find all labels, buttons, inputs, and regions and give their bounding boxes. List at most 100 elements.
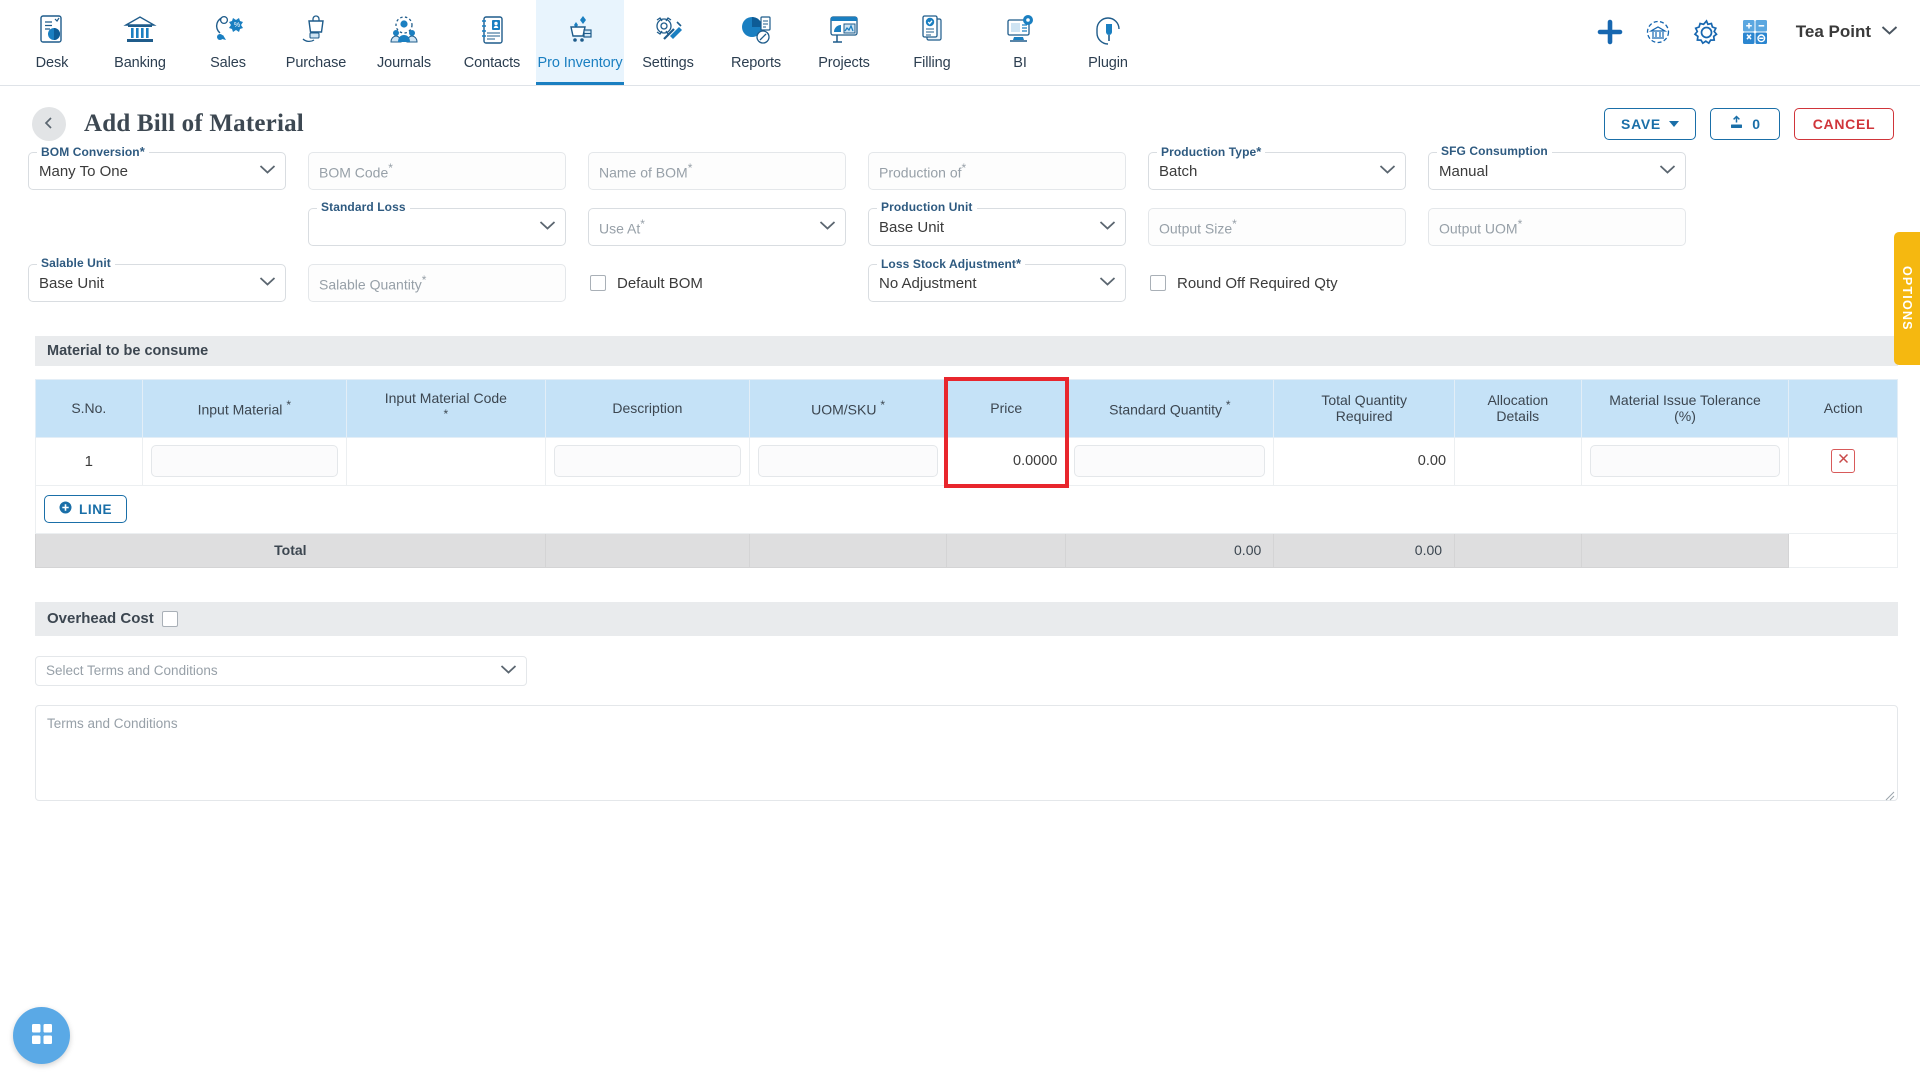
field-bom-conversion-cell: BOM Conversion* Many To One bbox=[28, 144, 286, 208]
nav-item-desk[interactable]: Desk bbox=[8, 0, 96, 85]
nav-item-projects[interactable]: Projects bbox=[800, 0, 888, 85]
col-uom-sku[interactable]: UOM/SKU * bbox=[749, 379, 948, 438]
resize-handle-icon[interactable] bbox=[1885, 788, 1895, 801]
terms-and-conditions-textarea[interactable]: Terms and Conditions bbox=[35, 704, 1898, 801]
plus-icon[interactable] bbox=[1597, 19, 1623, 45]
nav-item-purchase[interactable]: Purchase bbox=[272, 0, 360, 85]
col-total-quantity-required[interactable]: Total Quantity Required bbox=[1273, 379, 1456, 438]
save-button[interactable]: SAVE bbox=[1604, 108, 1696, 140]
default-bom-checkbox[interactable]: Default BOM bbox=[588, 264, 846, 302]
cell-price[interactable]: 0.0000 bbox=[946, 436, 1067, 486]
nav-item-bi[interactable]: BI bbox=[976, 0, 1064, 85]
add-line-button[interactable]: LINE bbox=[44, 495, 128, 524]
top-actions: Tea Point bbox=[1597, 0, 1920, 64]
sfg-consumption-select[interactable]: SFG Consumption Manual bbox=[1428, 144, 1686, 190]
uom-sku-input[interactable] bbox=[758, 445, 939, 478]
svg-text:%: % bbox=[234, 22, 240, 29]
round-off-required-qty-checkbox[interactable]: Round Off Required Qty bbox=[1148, 264, 1406, 302]
salable-unit-select[interactable]: Salable Unit Base Unit bbox=[28, 256, 286, 302]
options-side-tab[interactable]: OPTIONS bbox=[1894, 232, 1920, 365]
nav-item-filling[interactable]: Filling bbox=[888, 0, 976, 85]
apps-fab-button[interactable] bbox=[13, 1007, 70, 1064]
bank-sync-icon[interactable] bbox=[1645, 19, 1671, 45]
cell-input-material bbox=[141, 436, 347, 486]
nav-item-plugin[interactable]: Plugin bbox=[1064, 0, 1152, 85]
production-unit-select[interactable]: Production Unit Base Unit bbox=[868, 200, 1126, 246]
cancel-button[interactable]: CANCEL bbox=[1794, 108, 1894, 140]
total-blank-action bbox=[1788, 532, 1898, 568]
col-input-material-code[interactable]: Input Material Code * bbox=[345, 379, 546, 438]
loss-stock-adjustment-select[interactable]: Loss Stock Adjustment* No Adjustment bbox=[868, 256, 1126, 302]
form-area: BOM Conversion* Many To One BOM Code* Na… bbox=[0, 144, 1920, 320]
production-type-select[interactable]: Production Type* Batch bbox=[1148, 144, 1406, 190]
field-placeholder: Use At* bbox=[599, 217, 645, 237]
nav-item-settings[interactable]: Settings bbox=[624, 0, 712, 85]
table-total-row: Total 0.00 0.00 bbox=[35, 532, 1898, 568]
salable-quantity-input[interactable]: Salable Quantity* bbox=[308, 264, 566, 302]
nav-label: BI bbox=[1013, 55, 1027, 71]
form-grid: BOM Conversion* Many To One BOM Code* Na… bbox=[28, 144, 1898, 320]
nav-item-reports[interactable]: Reports bbox=[712, 0, 800, 85]
col-price[interactable]: Price bbox=[946, 379, 1067, 438]
col-input-material[interactable]: Input Material * bbox=[141, 379, 347, 438]
chevron-down-icon bbox=[1659, 162, 1676, 180]
cancel-label: CANCEL bbox=[1812, 116, 1876, 132]
cell-standard-quantity bbox=[1065, 436, 1275, 486]
plugin-plug-icon bbox=[1091, 8, 1125, 52]
page-header: Add Bill of Material SAVE 0 CANCEL bbox=[0, 96, 1920, 152]
name-of-bom-input[interactable]: Name of BOM* bbox=[588, 152, 846, 190]
options-label: OPTIONS bbox=[1900, 266, 1914, 331]
nav-item-contacts[interactable]: Contacts bbox=[448, 0, 536, 85]
terms-and-conditions-select[interactable]: Select Terms and Conditions bbox=[35, 655, 527, 686]
nav-label: Projects bbox=[818, 55, 870, 71]
col-allocation-details[interactable]: Allocation Details bbox=[1454, 379, 1582, 438]
cell-material-issue-tolerance bbox=[1580, 436, 1790, 486]
desk-dashboard-icon bbox=[35, 8, 69, 52]
nav-label: Plugin bbox=[1088, 55, 1128, 71]
material-table-wrapper: S.No. Input Material * Input Material Co… bbox=[35, 376, 1898, 568]
output-uom-input[interactable]: Output UOM* bbox=[1428, 208, 1686, 246]
calculator-icon[interactable] bbox=[1742, 19, 1768, 45]
delete-row-button[interactable] bbox=[1831, 449, 1856, 474]
field-salable-unit-cell: Salable Unit Base Unit bbox=[28, 256, 286, 320]
col-standard-quantity[interactable]: Standard Quantity * bbox=[1065, 379, 1275, 438]
back-button[interactable] bbox=[32, 107, 66, 141]
nav-item-pro-inventory[interactable]: Pro Inventory bbox=[536, 0, 624, 85]
gear-icon[interactable] bbox=[1693, 18, 1720, 46]
material-issue-tolerance-input[interactable] bbox=[1589, 445, 1781, 478]
round-off-cell: Round Off Required Qty bbox=[1148, 264, 1406, 320]
material-table: S.No. Input Material * Input Material Co… bbox=[35, 379, 1898, 568]
add-line-label: LINE bbox=[79, 501, 113, 517]
nav-label: Journals bbox=[376, 55, 431, 71]
field-placeholder: Production of* bbox=[879, 161, 967, 181]
user-menu[interactable]: Tea Point bbox=[1796, 22, 1898, 42]
col-sno[interactable]: S.No. bbox=[35, 379, 143, 438]
table-row: 1 0.0000 0.00 bbox=[35, 436, 1898, 486]
col-action[interactable]: Action bbox=[1788, 379, 1898, 438]
nav-item-sales[interactable]: % Sales bbox=[184, 0, 272, 85]
use-at-select[interactable]: Use At* bbox=[588, 208, 846, 246]
field-output-size-cell: Output Size* bbox=[1148, 208, 1406, 264]
top-navigation-bar: Desk Banking % Sales Purchase Journals C… bbox=[0, 0, 1920, 86]
total-label: Total bbox=[35, 532, 546, 568]
col-material-issue-tolerance[interactable]: Material Issue Tolerance (%) bbox=[1580, 379, 1790, 438]
description-input[interactable] bbox=[553, 445, 742, 478]
cell-action bbox=[1788, 436, 1898, 486]
bom-code-input[interactable]: BOM Code* bbox=[308, 152, 566, 190]
chevron-left-icon bbox=[42, 116, 56, 133]
standard-quantity-input[interactable] bbox=[1074, 445, 1266, 478]
chevron-down-icon bbox=[819, 218, 836, 236]
output-size-input[interactable]: Output Size* bbox=[1148, 208, 1406, 246]
nav-item-banking[interactable]: Banking bbox=[96, 0, 184, 85]
field-placeholder: Salable Quantity* bbox=[319, 273, 427, 293]
attachments-button[interactable]: 0 bbox=[1710, 108, 1780, 140]
input-material-input[interactable] bbox=[150, 445, 338, 478]
overhead-cost-checkbox[interactable] bbox=[161, 610, 178, 627]
nav-item-journals[interactable]: Journals bbox=[360, 0, 448, 85]
standard-loss-select[interactable]: Standard Loss bbox=[308, 200, 566, 246]
col-description[interactable]: Description bbox=[544, 379, 751, 438]
pro-inventory-cart-icon bbox=[563, 8, 597, 52]
field-value: No Adjustment bbox=[879, 274, 977, 292]
production-of-input[interactable]: Production of* bbox=[868, 152, 1126, 190]
bom-conversion-select[interactable]: BOM Conversion* Many To One bbox=[28, 144, 286, 190]
